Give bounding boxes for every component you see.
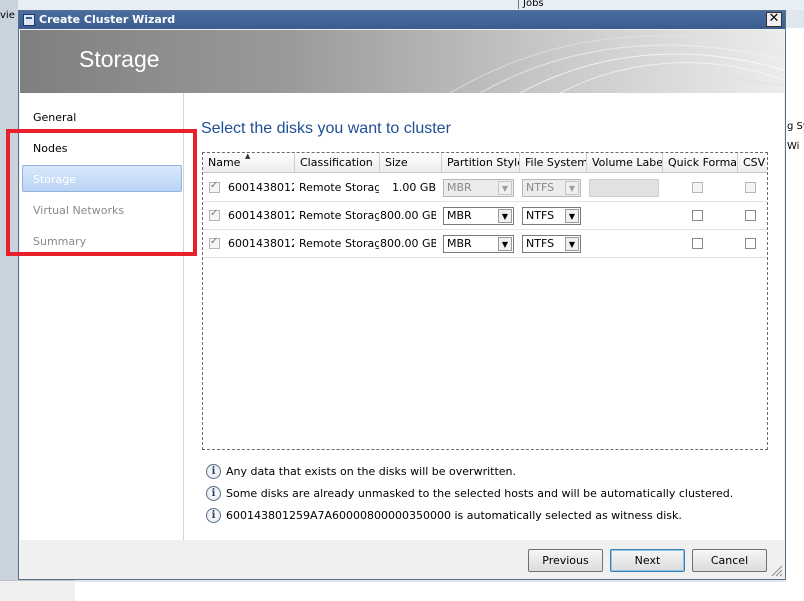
csv-checkbox[interactable] — [745, 210, 756, 221]
column-header-partition-style[interactable]: Partition Style — [442, 153, 520, 173]
disk-name: 600143801259A7A60000 — [228, 181, 294, 194]
partition-style-value: MBR — [447, 237, 472, 250]
step-general[interactable]: General — [33, 111, 76, 124]
column-header-volume-label[interactable]: Volume Label — [587, 153, 663, 173]
disk-select-checkbox[interactable] — [209, 236, 220, 249]
chevron-down-icon: ▼ — [498, 237, 512, 251]
column-header-file-system[interactable]: File System — [520, 153, 587, 173]
info-message-unmasked: i Some disks are already unmasked to the… — [206, 485, 733, 503]
file-system-value: NTFS — [526, 237, 555, 250]
window-title: Create Cluster Wizard — [39, 13, 176, 26]
grid-header: Name ▲ Classification Size Partition Sty… — [203, 153, 767, 173]
disk-select-checkbox[interactable] — [209, 208, 220, 221]
banner-title: Storage — [79, 46, 160, 72]
background-toolbar — [0, 0, 804, 10]
column-header-classification[interactable]: Classification — [295, 153, 380, 173]
title-bar[interactable]: Create Cluster Wizard ✕ — [19, 11, 785, 29]
background-jobs-label: Jobs — [518, 0, 544, 9]
quick-format-checkbox[interactable] — [692, 210, 703, 221]
chevron-down-icon: ▼ — [565, 209, 579, 223]
background-bottom-left — [0, 580, 75, 601]
quick-format-checkbox[interactable] — [692, 238, 703, 249]
resize-grip-icon[interactable] — [771, 565, 783, 577]
wizard-window-icon — [23, 14, 35, 26]
storage-page: Select the disks you want to cluster Nam… — [185, 93, 784, 540]
partition-style-value: MBR — [447, 209, 472, 222]
info-message-overwrite: i Any data that exists on the disks will… — [206, 463, 516, 481]
create-cluster-wizard-window: Create Cluster Wizard ✕ Storage General … — [6, 10, 786, 580]
partition-style-value: MBR — [447, 181, 472, 194]
chevron-down-icon: ▼ — [565, 237, 579, 251]
file-system-select[interactable]: NTFS ▼ — [522, 179, 581, 197]
disk-classification: Remote Storage — [299, 237, 379, 250]
cancel-button[interactable]: Cancel — [692, 549, 767, 572]
file-system-value: NTFS — [526, 209, 555, 222]
chevron-down-icon: ▼ — [498, 209, 512, 223]
disk-size: 800.00 GB — [380, 237, 436, 250]
info-icon: i — [206, 464, 221, 479]
previous-button[interactable]: Previous — [528, 549, 603, 572]
previous-button-label: Previous — [542, 554, 589, 567]
partition-style-select[interactable]: MBR ▼ — [443, 235, 514, 253]
table-row[interactable]: 600143801259A7A60000 Remote Storage 1.00… — [203, 174, 767, 202]
background-left-panel — [0, 0, 18, 601]
background-bottom-strip — [75, 582, 804, 601]
page-heading: Select the disks you want to cluster — [201, 120, 451, 137]
disk-size: 800.00 GB — [380, 209, 436, 222]
partition-style-select[interactable]: MBR ▼ — [443, 179, 514, 197]
info-text: 600143801259A7A60000800000350000 is auto… — [226, 509, 682, 522]
background-right-panel — [786, 28, 804, 588]
next-button-label: Next — [634, 554, 661, 567]
disk-name: 600143801259A7A60000 — [228, 209, 294, 222]
column-header-quick-format[interactable]: Quick Format — [663, 153, 738, 173]
table-row[interactable]: 600143801259A7A60000 Remote Storage 800.… — [203, 202, 767, 230]
column-header-name-label: Name — [208, 156, 241, 169]
volume-label-input[interactable] — [589, 179, 659, 197]
disk-name: 600143801259A7A60000 — [228, 237, 294, 250]
partition-style-select[interactable]: MBR ▼ — [443, 207, 514, 225]
info-message-witness: i 600143801259A7A60000800000350000 is au… — [206, 507, 682, 525]
csv-checkbox[interactable] — [745, 238, 756, 249]
next-button[interactable]: Next — [610, 549, 685, 572]
cancel-button-label: Cancel — [710, 554, 749, 567]
highlight-annotation-box — [6, 129, 197, 256]
column-header-csv[interactable]: CSV — [738, 153, 767, 173]
disk-classification: Remote Storage — [299, 209, 379, 222]
disk-grid: Name ▲ Classification Size Partition Sty… — [202, 152, 768, 450]
wizard-banner: Storage — [20, 30, 784, 93]
disk-select-checkbox[interactable] — [209, 180, 220, 193]
column-header-name[interactable]: Name ▲ — [203, 153, 295, 173]
background-left-text: vie — [0, 10, 15, 21]
table-row[interactable]: 600143801259A7A60000 Remote Storage 800.… — [203, 230, 767, 258]
info-text: Any data that exists on the disks will b… — [226, 465, 517, 478]
close-button[interactable]: ✕ — [766, 12, 782, 27]
wizard-content: General Nodes Storage Virtual Networks S… — [6, 93, 784, 540]
background-right-text-1: g Sy — [787, 121, 804, 132]
quick-format-checkbox[interactable] — [692, 182, 703, 193]
column-header-size[interactable]: Size — [380, 153, 442, 173]
disk-size: 1.00 GB — [391, 181, 436, 194]
info-icon: i — [206, 508, 221, 523]
chevron-down-icon: ▼ — [565, 181, 579, 195]
file-system-value: NTFS — [526, 181, 555, 194]
disk-classification: Remote Storage — [299, 181, 379, 194]
info-text: Some disks are already unmasked to the s… — [226, 487, 734, 500]
file-system-select[interactable]: NTFS ▼ — [522, 235, 581, 253]
csv-checkbox[interactable] — [745, 182, 756, 193]
sort-ascending-icon: ▲ — [245, 153, 251, 160]
info-icon: i — [206, 486, 221, 501]
chevron-down-icon: ▼ — [498, 181, 512, 195]
file-system-select[interactable]: NTFS ▼ — [522, 207, 581, 225]
background-right-text-2: Wi — [787, 141, 800, 152]
